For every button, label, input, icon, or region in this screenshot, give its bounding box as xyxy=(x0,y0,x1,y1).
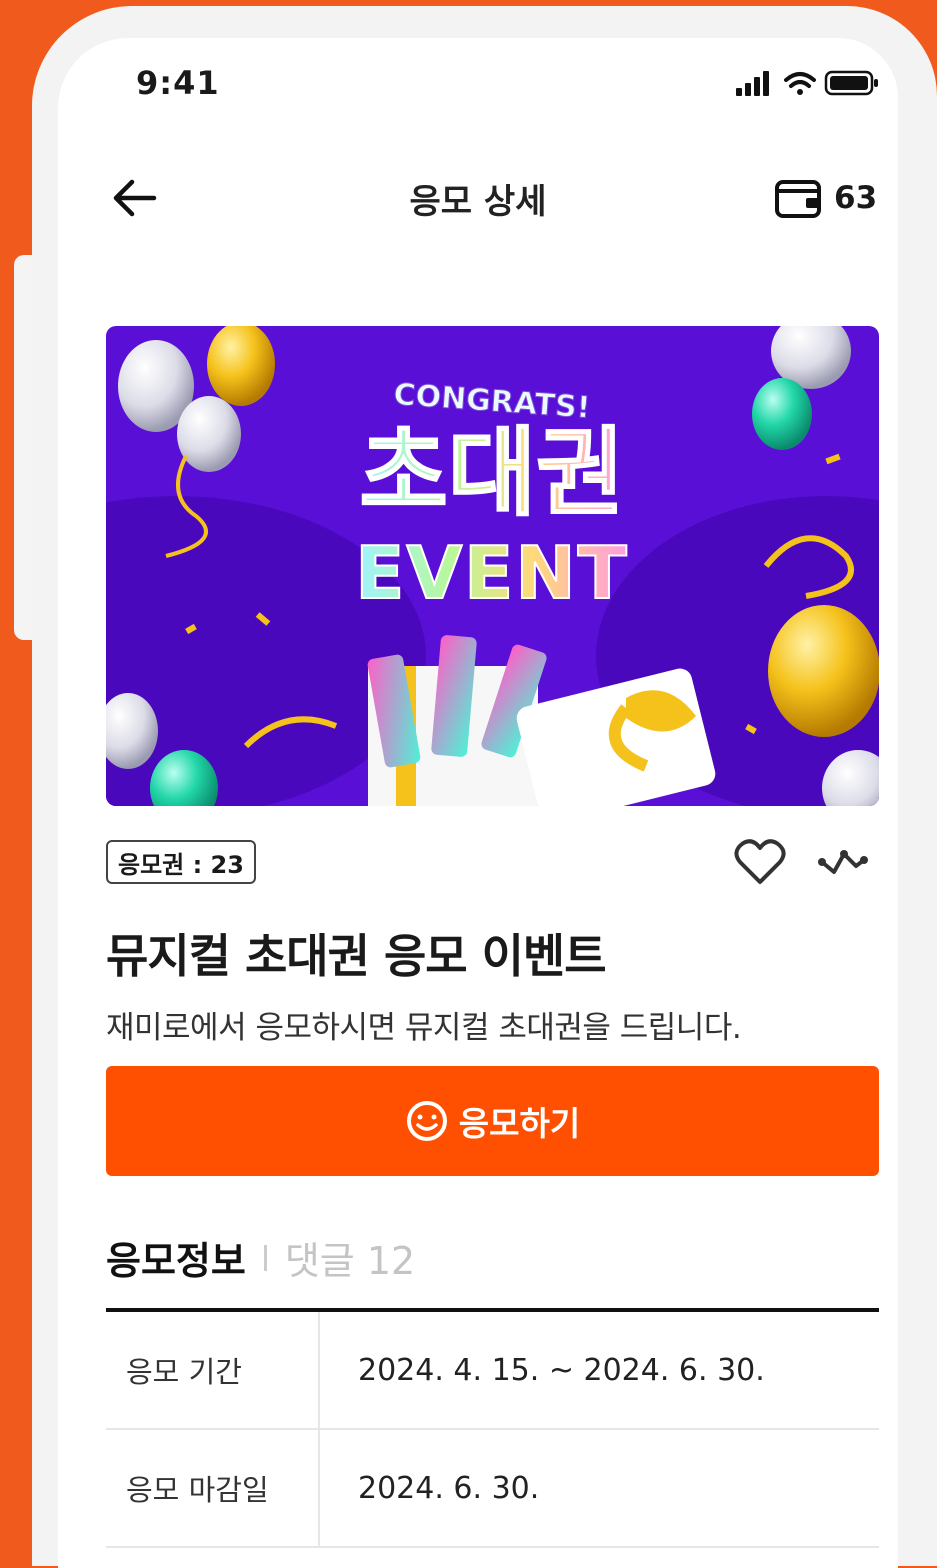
status-icons xyxy=(736,70,878,96)
banner-main-text: 초대권 xyxy=(360,417,625,529)
ticket-count-badge: 응모권 : 23 xyxy=(106,840,256,884)
row-value: 2024. 6. 30. xyxy=(358,1470,540,1506)
phone-side-button xyxy=(14,255,32,640)
heart-icon[interactable] xyxy=(734,838,786,886)
tab-info[interactable]: 응모정보 xyxy=(106,1230,246,1285)
status-time: 9:41 xyxy=(136,64,220,102)
table-row: 응모 마감일 2024. 6. 30. xyxy=(106,1430,879,1548)
banner-event-text: EVENT xyxy=(355,531,628,615)
apply-button-label: 응모하기 xyxy=(458,1104,581,1143)
smile-icon xyxy=(406,1101,447,1141)
wallet-count: 63 xyxy=(834,180,878,216)
apply-button[interactable]: 응모하기 xyxy=(106,1066,879,1176)
event-banner-image[interactable]: CONGRATS! 초대권 EVENT xyxy=(106,326,879,806)
wifi-icon xyxy=(784,72,816,95)
battery-icon xyxy=(824,70,878,96)
tab-separator xyxy=(263,1244,267,1271)
event-title: 뮤지컬 초대권 응모 이벤트 xyxy=(106,929,607,983)
event-description: 재미로에서 응모하시면 뮤지컬 초대권을 드립니다. xyxy=(106,1010,742,1046)
table-row: 응모 기간 2024. 4. 15. ~ 2024. 6. 30. xyxy=(106,1312,879,1430)
wallet-button[interactable]: 63 xyxy=(774,168,877,228)
tab-comments[interactable]: 댓글 12 xyxy=(285,1230,415,1285)
signal-icon xyxy=(736,71,769,96)
detail-tabs: 응모정보 댓글 12 xyxy=(106,1230,415,1285)
share-icon[interactable] xyxy=(816,844,868,880)
app-screen: 9:41 응모 상세 63 CONGRATS! 초대권 EVENT 응모권: … xyxy=(58,38,898,1568)
info-table: 응모 기간 2024. 4. 15. ~ 2024. 6. 30. 응모 마감일… xyxy=(106,1308,879,1548)
page-title: 응모 상세 xyxy=(409,182,547,222)
wallet-icon xyxy=(775,180,821,218)
row-label: 응모 기간 xyxy=(106,1312,320,1428)
row-value: 2024. 4. 15. ~ 2024. 6. 30. xyxy=(358,1352,765,1388)
row-label: 응모 마감일 xyxy=(106,1430,320,1546)
